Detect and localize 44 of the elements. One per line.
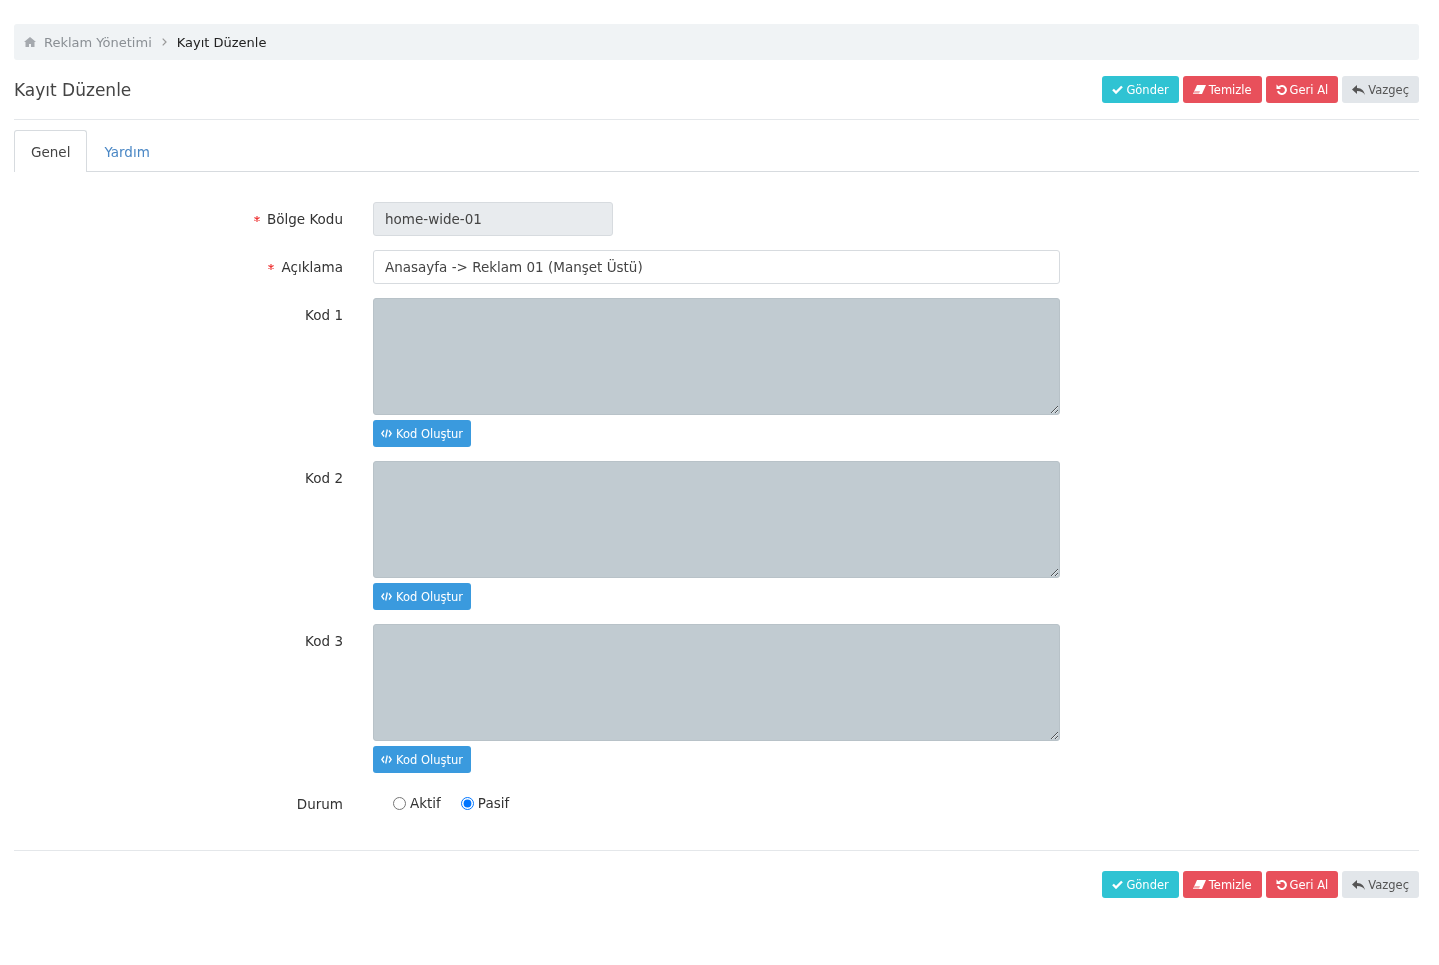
reply-arrow-icon [1352, 879, 1366, 890]
breadcrumb-current: Kayıt Düzenle [176, 34, 267, 50]
field-label: Kod 1 [305, 307, 343, 323]
input-field[interactable]: home-wide-01 [373, 202, 613, 236]
generate-code-button[interactable]: Kod Oluştur [373, 420, 471, 447]
field-label: Kod 3 [305, 633, 343, 649]
code-textarea[interactable] [373, 624, 1060, 741]
page-title: Kayıt Düzenle [14, 79, 132, 100]
code-icon [381, 592, 392, 601]
radio-label: Aktif [410, 795, 441, 811]
check-icon [1112, 85, 1124, 94]
undo-icon [1275, 84, 1287, 95]
home-icon [24, 37, 36, 47]
code-textarea[interactable] [373, 298, 1060, 415]
reply-arrow-icon [1352, 84, 1366, 95]
input-field[interactable]: Anasayfa -> Reklam 01 (Manşet Üstü) [373, 250, 1060, 284]
breadcrumb-link[interactable]: Reklam Yönetimi [44, 34, 152, 50]
field-label: Bölge Kodu [267, 211, 343, 227]
submit-button[interactable]: Gönder [1102, 871, 1179, 898]
field-label: Kod 2 [305, 470, 343, 486]
eraser-icon [1192, 880, 1206, 889]
clear-button[interactable]: Temizle [1182, 871, 1262, 898]
check-icon [1112, 880, 1124, 889]
undo-icon [1275, 879, 1287, 890]
generate-code-button[interactable]: Kod Oluştur [373, 583, 471, 610]
tab[interactable]: Genel [14, 130, 88, 172]
undo-button[interactable]: Geri Al [1265, 76, 1339, 103]
cancel-button[interactable]: Vazgeç [1342, 76, 1419, 103]
code-icon [381, 755, 392, 764]
radio-button[interactable] [393, 796, 406, 810]
generate-code-button[interactable]: Kod Oluştur [373, 746, 471, 773]
chevron-icon [161, 38, 167, 46]
radio-button[interactable] [460, 796, 474, 810]
eraser-icon [1192, 85, 1206, 94]
cancel-button[interactable]: Vazgeç [1342, 871, 1419, 898]
field-label: Açıklama [281, 259, 343, 275]
tab[interactable]: Yardım [87, 130, 167, 172]
clear-button[interactable]: Temizle [1182, 76, 1262, 103]
radio-label: Pasif [477, 795, 510, 811]
field-label: Durum [296, 796, 343, 812]
submit-button[interactable]: Gönder [1102, 76, 1179, 103]
undo-button[interactable]: Geri Al [1265, 871, 1339, 898]
code-icon [381, 429, 392, 438]
code-textarea[interactable] [373, 461, 1060, 578]
